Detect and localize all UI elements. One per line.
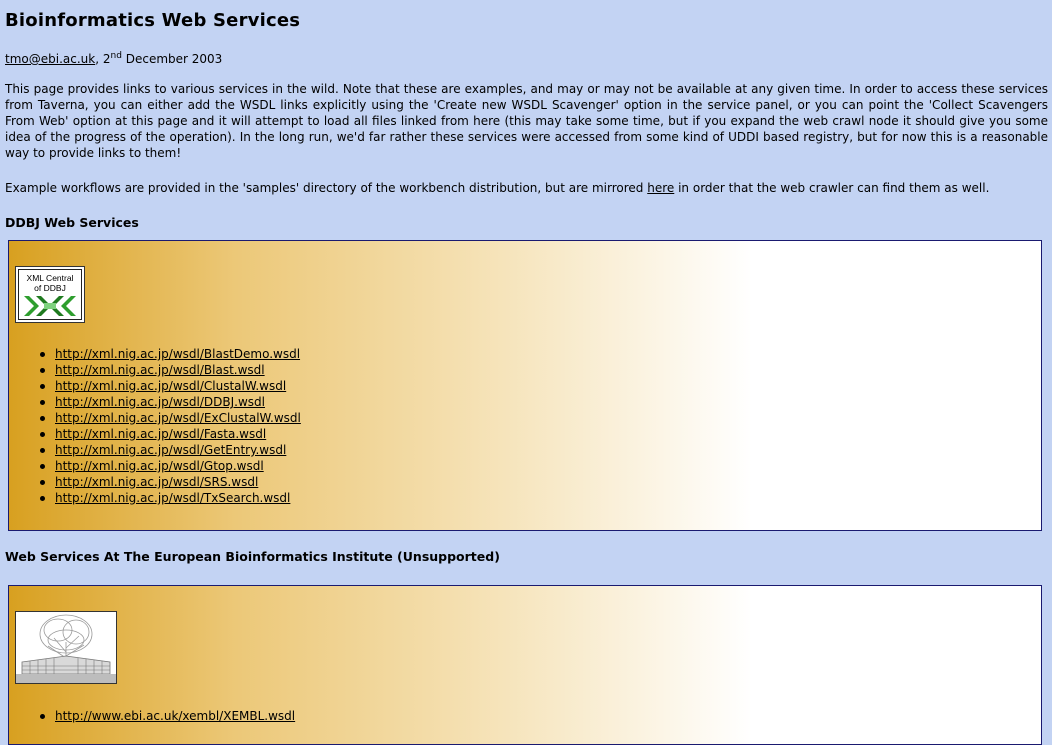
list-item: http://xml.nig.ac.jp/wsdl/TxSearch.wsdl (37, 490, 301, 506)
ddbj-logo-line2: of DDBJ (34, 283, 66, 293)
ddbj-heading: DDBJ Web Services (5, 215, 139, 230)
ebi-building-logo[interactable] (15, 611, 117, 684)
list-item: http://xml.nig.ac.jp/wsdl/GetEntry.wsdl (37, 442, 301, 458)
ddbj-wsdl-link[interactable]: http://xml.nig.ac.jp/wsdl/GetEntry.wsdl (55, 443, 286, 457)
list-item: http://xml.nig.ac.jp/wsdl/DDBJ.wsdl (37, 394, 301, 410)
author-email-link[interactable]: tmo@ebi.ac.uk (5, 52, 95, 66)
example-text-after: in order that the web crawler can find t… (674, 181, 990, 195)
example-text-before: Example workflows are provided in the 's… (5, 181, 648, 195)
list-item: http://xml.nig.ac.jp/wsdl/SRS.wsdl (37, 474, 301, 490)
byline: tmo@ebi.ac.uk, 2nd December 2003 (5, 51, 1049, 67)
ddbj-wsdl-link[interactable]: http://xml.nig.ac.jp/wsdl/Gtop.wsdl (55, 459, 264, 473)
ddbj-wsdl-link[interactable]: http://xml.nig.ac.jp/wsdl/Fasta.wsdl (55, 427, 266, 441)
ddbj-wsdl-link[interactable]: http://xml.nig.ac.jp/wsdl/DDBJ.wsdl (55, 395, 265, 409)
list-item: http://xml.nig.ac.jp/wsdl/ClustalW.wsdl (37, 378, 301, 394)
ddbj-wsdl-link[interactable]: http://xml.nig.ac.jp/wsdl/ExClustalW.wsd… (55, 411, 301, 425)
ebi-building-tree-icon (16, 612, 116, 683)
intro-paragraph: This page provides links to various serv… (5, 82, 1048, 160)
ddbj-wsdl-link[interactable]: http://xml.nig.ac.jp/wsdl/Blast.wsdl (55, 363, 265, 377)
ebi-heading: Web Services At The European Bioinformat… (5, 549, 500, 564)
samples-here-link[interactable]: here (647, 181, 674, 195)
ebi-wsdl-link[interactable]: http://www.ebi.ac.uk/xembl/XEMBL.wsdl (55, 709, 295, 723)
list-item: http://xml.nig.ac.jp/wsdl/Fasta.wsdl (37, 426, 301, 442)
ddbj-wsdl-link[interactable]: http://xml.nig.ac.jp/wsdl/SRS.wsdl (55, 475, 258, 489)
list-item: http://www.ebi.ac.uk/xembl/XEMBL.wsdl (37, 708, 295, 724)
ddbj-logo-chevrons-icon (24, 296, 76, 316)
ddbj-wsdl-link[interactable]: http://xml.nig.ac.jp/wsdl/ClustalW.wsdl (55, 379, 286, 393)
page-content: Bioinformatics Web Services tmo@ebi.ac.u… (5, 0, 1049, 231)
list-item: http://xml.nig.ac.jp/wsdl/ExClustalW.wsd… (37, 410, 301, 426)
ddbj-services-panel: XML Central of DDBJ http://xml.nig.ac.jp… (8, 240, 1042, 531)
ddbj-wsdl-link[interactable]: http://xml.nig.ac.jp/wsdl/TxSearch.wsdl (55, 491, 290, 505)
ddbj-wsdl-link[interactable]: http://xml.nig.ac.jp/wsdl/BlastDemo.wsdl (55, 347, 300, 361)
example-paragraph: Example workflows are provided in the 's… (5, 180, 1049, 196)
ebi-services-panel: http://www.ebi.ac.uk/xembl/XEMBL.wsdl (8, 585, 1042, 745)
date-ordinal: nd (110, 51, 122, 61)
ddbj-link-list: http://xml.nig.ac.jp/wsdl/BlastDemo.wsdl… (37, 346, 301, 506)
list-item: http://xml.nig.ac.jp/wsdl/Gtop.wsdl (37, 458, 301, 474)
date-prefix: , 2 (95, 52, 111, 66)
page-title: Bioinformatics Web Services (5, 10, 301, 31)
ddbj-logo-line1: XML Central (26, 273, 74, 283)
list-item: http://xml.nig.ac.jp/wsdl/BlastDemo.wsdl (37, 346, 301, 362)
date-suffix: December 2003 (121, 52, 223, 66)
list-item: http://xml.nig.ac.jp/wsdl/Blast.wsdl (37, 362, 301, 378)
ebi-link-list: http://www.ebi.ac.uk/xembl/XEMBL.wsdl (37, 708, 295, 724)
ddbj-logo[interactable]: XML Central of DDBJ (15, 266, 85, 323)
